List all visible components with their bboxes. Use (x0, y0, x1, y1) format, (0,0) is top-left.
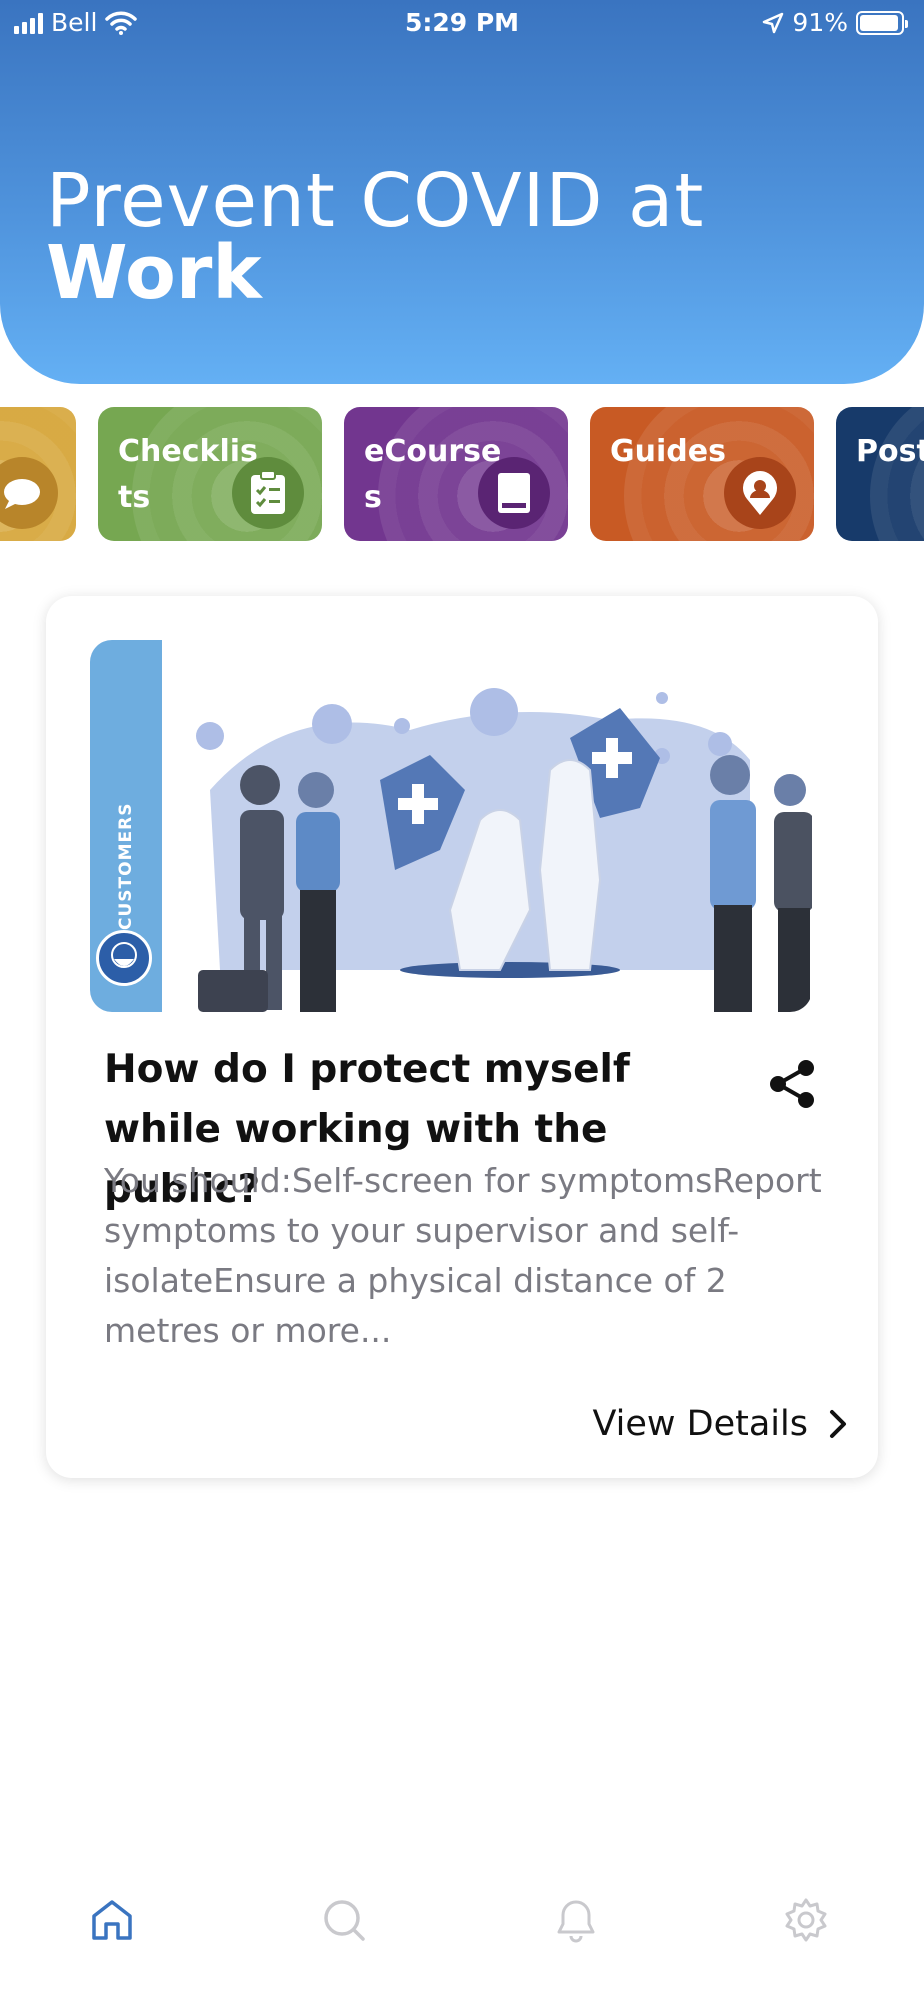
battery-percent: 91% (792, 8, 848, 37)
category-tile-checklists[interactable]: Checklists (98, 407, 322, 541)
bottom-tab-bar (0, 1880, 924, 1960)
share-icon[interactable] (768, 1058, 816, 1110)
faq-card[interactable]: CUSTOMERS How do I protect myself while … (46, 596, 878, 1478)
book-icon (478, 457, 550, 529)
category-tile-guides[interactable]: Guides (590, 407, 814, 541)
tab-home[interactable] (72, 1880, 152, 1960)
location-pin-icon (724, 457, 796, 529)
battery-icon (856, 10, 908, 35)
bell-icon (557, 1900, 595, 1943)
view-details-label: View Details (592, 1404, 808, 1444)
location-arrow-icon (763, 12, 784, 33)
header-banner: Bell 5:29 PM 91% Prevent COVID at Work (0, 0, 924, 384)
category-tag-label: CUSTOMERS (116, 802, 136, 930)
tab-settings[interactable] (766, 1880, 846, 1960)
card-illustration: CUSTOMERS (90, 640, 812, 1012)
tab-notifications[interactable] (536, 1880, 616, 1960)
search-icon (324, 1900, 365, 1941)
chevron-right-icon (830, 1410, 846, 1438)
category-label: Post (856, 434, 924, 469)
face-mask-icon (96, 930, 152, 986)
category-tile-ecourses[interactable]: eCourses (344, 407, 568, 541)
category-tile-posters[interactable]: Post (836, 407, 924, 541)
card-description: You should:Self-screen for symptomsRepor… (104, 1161, 822, 1350)
category-tile-partial[interactable] (0, 407, 76, 541)
status-bar: Bell 5:29 PM 91% (0, 0, 924, 46)
category-tag: CUSTOMERS (90, 640, 162, 1012)
clipboard-check-icon (232, 457, 304, 529)
tab-search[interactable] (304, 1880, 384, 1960)
view-details-link[interactable]: View Details (592, 1404, 848, 1444)
home-icon (92, 1900, 132, 1940)
gear-icon (785, 1898, 827, 1942)
page-title-line2: Work (46, 230, 262, 316)
category-carousel[interactable]: Checklists eCourses Guides Post (0, 407, 924, 541)
